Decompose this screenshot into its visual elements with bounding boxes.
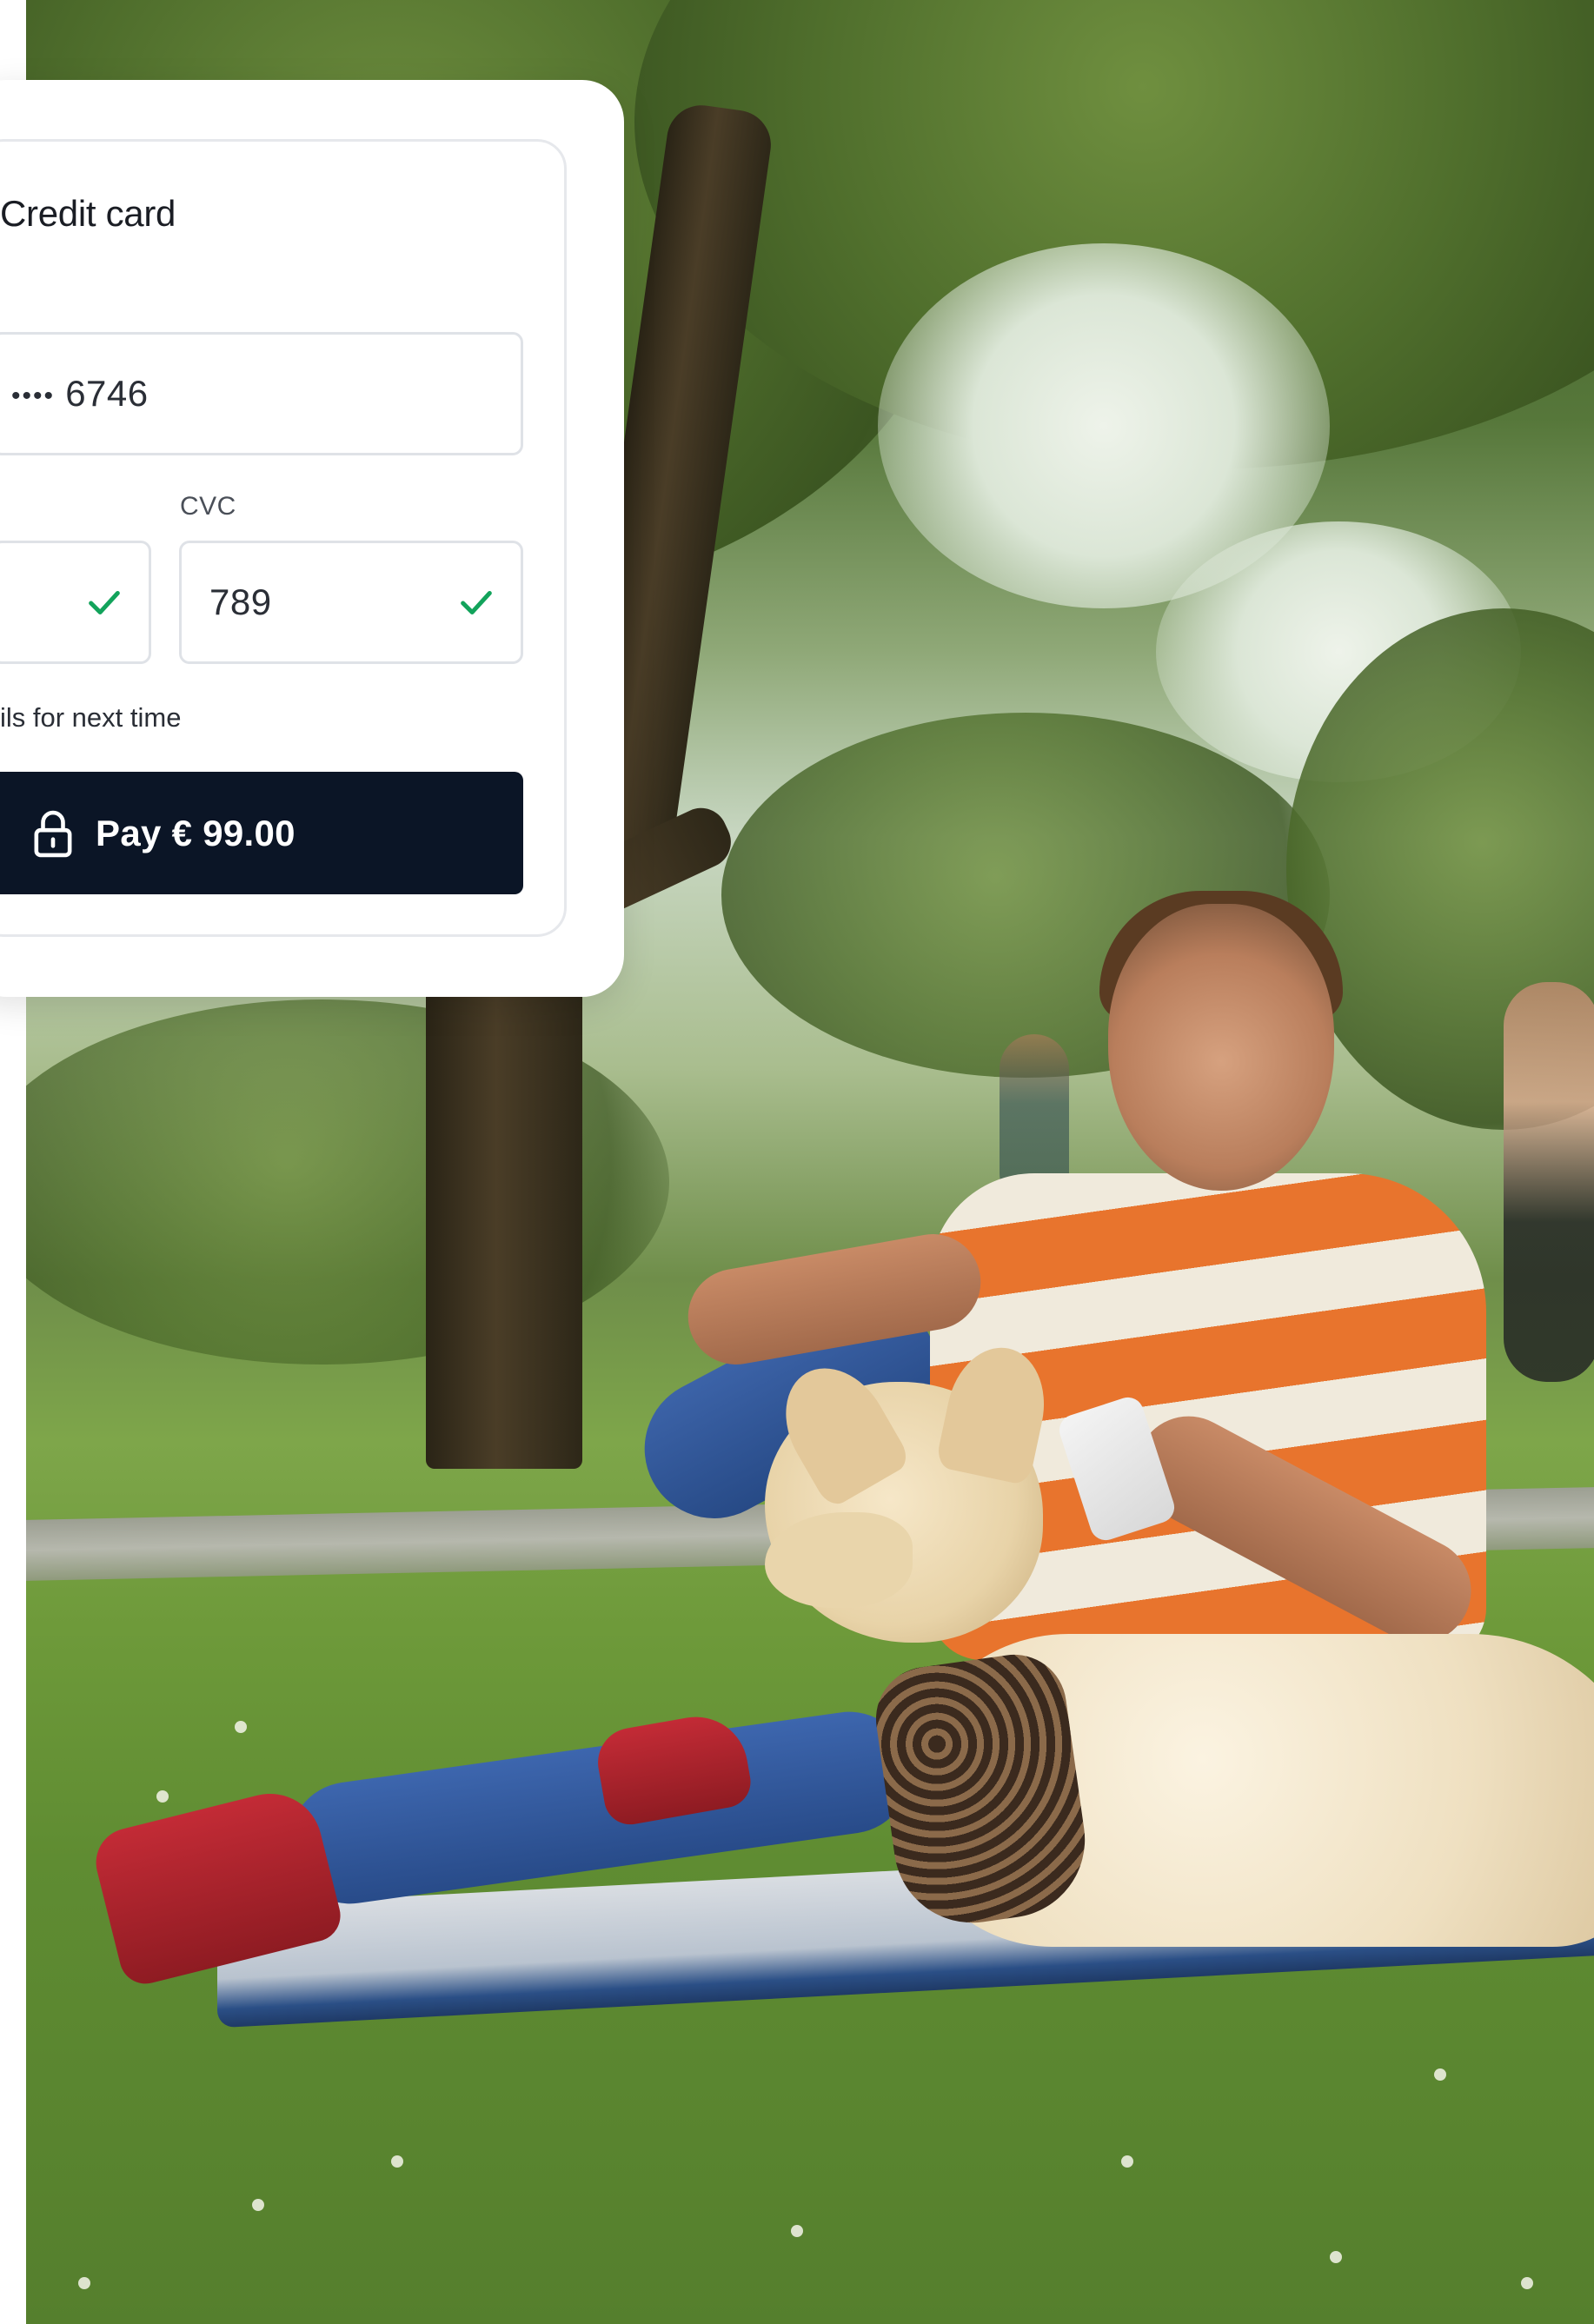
expiry-field[interactable] — [0, 541, 151, 664]
cvc-value: 789 — [209, 581, 272, 622]
card-last-digits: 6746 — [65, 373, 149, 414]
card-number-field[interactable]: •••• 6746 — [0, 332, 523, 455]
pay-button-label: Pay € 99.00 — [96, 812, 296, 853]
cvc-field[interactable]: 789 — [179, 541, 523, 664]
card-number-value: •••• 6746 — [11, 373, 149, 415]
check-icon — [461, 590, 492, 614]
lock-icon — [34, 810, 72, 857]
masked-digits: •••• — [11, 381, 56, 410]
pay-button[interactable]: Pay € 99.00 — [0, 772, 523, 894]
check-icon — [89, 590, 120, 614]
cvc-label: CVC — [180, 492, 236, 521]
section-title: Credit card — [0, 193, 176, 234]
save-details-label[interactable]: ils for next time — [0, 702, 181, 734]
